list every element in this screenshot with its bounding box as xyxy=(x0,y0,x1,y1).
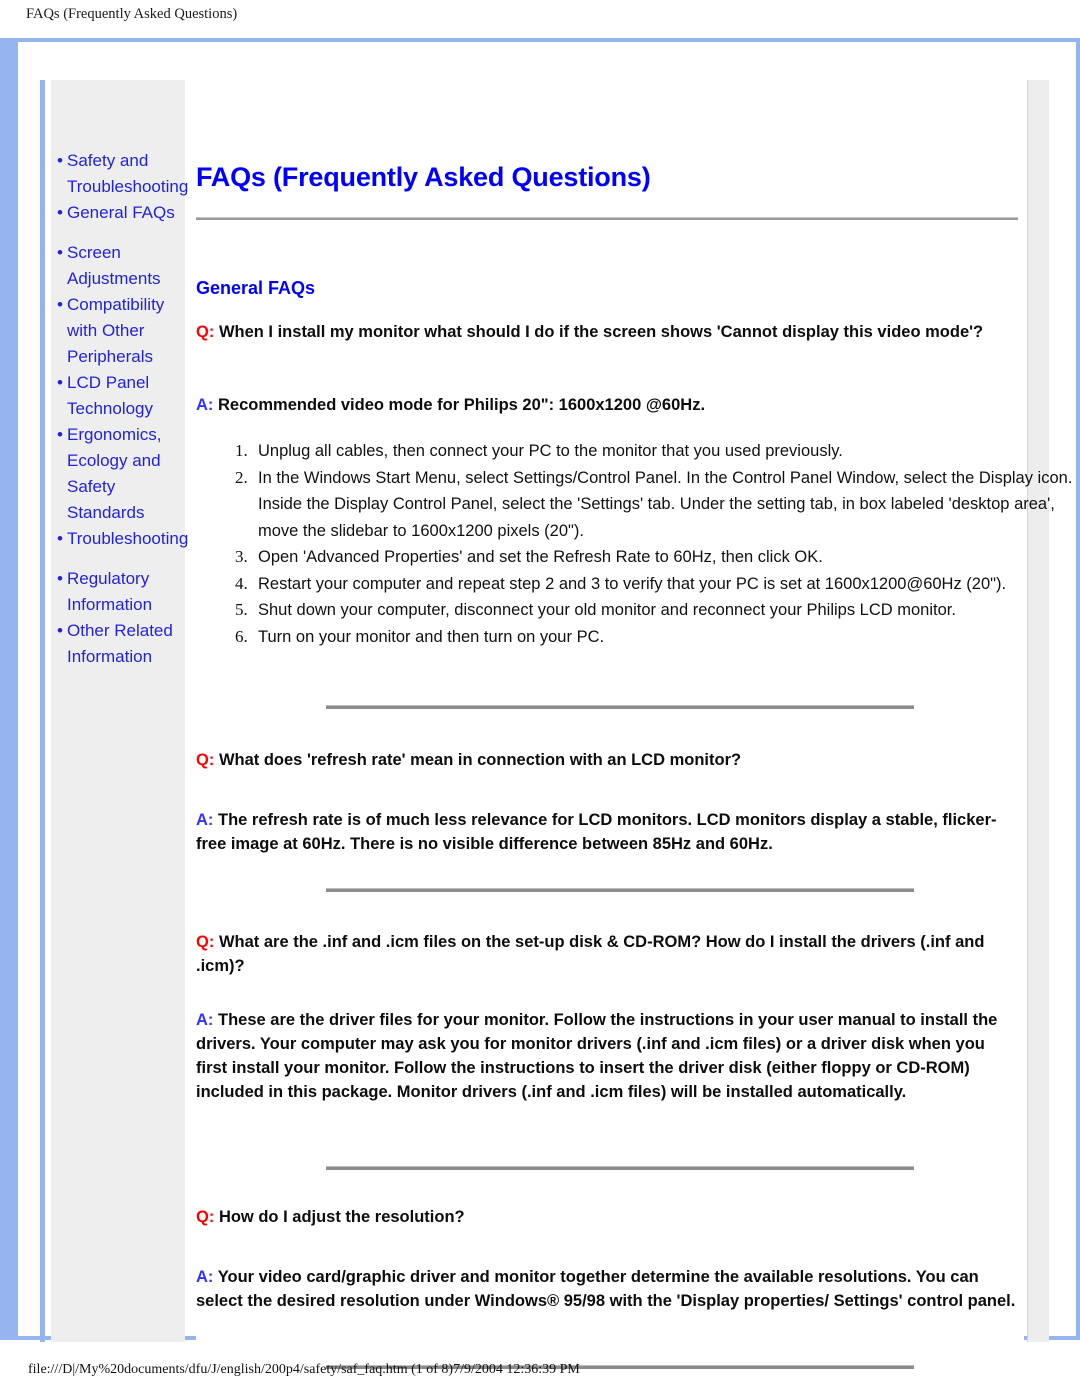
section-divider-2 xyxy=(326,888,914,892)
faq-answer-4: A: Your video card/graphic driver and mo… xyxy=(196,1265,1018,1313)
sidebar-item-regulatory-information[interactable]: • Regulatory Information xyxy=(51,566,185,618)
sidebar-item-general-faqs[interactable]: • General FAQs xyxy=(51,200,185,226)
sidebar-item-label: Screen Adjustments xyxy=(67,243,161,288)
sidebar-item-label: LCD Panel Technology xyxy=(67,373,154,418)
faq-question-text: When I install my monitor what should I … xyxy=(218,323,984,341)
faq-item-1: Q: When I install my monitor what should… xyxy=(196,320,1018,344)
sidebar-group-2: • Screen Adjustments • Compatibility wit… xyxy=(51,240,189,552)
step-text: In the Windows Start Menu, select Settin… xyxy=(258,468,1073,540)
sidebar-nav-list: • Safety and Troubleshooting • General F… xyxy=(51,148,189,670)
sidebar-item-label: Ergonomics, Ecology and Safety Standards xyxy=(67,425,162,522)
sidebar-item-label: Troubleshooting xyxy=(67,529,189,548)
faq-item-3: Q: What are the .inf and .icm files on t… xyxy=(196,930,1018,978)
sidebar-item-ergonomics-ecology-and-safety-standards[interactable]: • Ergonomics, Ecology and Safety Standar… xyxy=(51,422,185,526)
sidebar-item-screen-adjustments[interactable]: • Screen Adjustments xyxy=(51,240,185,292)
answer-tag: A: xyxy=(196,811,214,829)
footer-path: file:///D|/My%20documents/dfu/J/english/… xyxy=(28,1362,580,1377)
list-item: Unplug all cables, then connect your PC … xyxy=(252,438,1074,465)
bullet-icon: • xyxy=(57,295,63,314)
sidebar-item-troubleshooting[interactable]: • Troubleshooting xyxy=(51,526,189,552)
bullet-icon: • xyxy=(57,529,63,548)
sidebar-item-compatibility-with-other-peripherals[interactable]: • Compatibility with Other Peripherals xyxy=(51,292,185,370)
faq-question: Q: What are the .inf and .icm files on t… xyxy=(196,930,1018,978)
step-text: Shut down your computer, disconnect your… xyxy=(258,601,956,619)
faq-item-4: Q: How do I adjust the resolution? xyxy=(196,1205,1018,1229)
sidebar-item-label: Safety and Troubleshooting xyxy=(67,151,189,196)
answer-tag: A: xyxy=(196,396,214,414)
scrollbar-track[interactable] xyxy=(1027,80,1049,1342)
step-text: Open 'Advanced Properties' and set the R… xyxy=(258,548,823,566)
sidebar-group-1: • Safety and Troubleshooting • General F… xyxy=(51,148,189,226)
bullet-icon: • xyxy=(57,151,63,170)
step-text: Unplug all cables, then connect your PC … xyxy=(258,442,843,460)
faq-question-text: What does 'refresh rate' mean in connect… xyxy=(218,751,742,769)
faq-answer: A: Recommended video mode for Philips 20… xyxy=(196,393,1018,417)
faq-question: Q: How do I adjust the resolution? xyxy=(196,1205,1018,1229)
list-item: Shut down your computer, disconnect your… xyxy=(252,597,1074,624)
faq-steps-list: Unplug all cables, then connect your PC … xyxy=(196,438,1074,650)
sidebar-item-label: Regulatory Information xyxy=(67,569,153,614)
faq-answer-text: These are the driver files for your moni… xyxy=(196,1011,998,1101)
sidebar-item-label: Other Related Information xyxy=(67,621,173,666)
bullet-icon: • xyxy=(57,569,63,588)
sidebar-item-lcd-panel-technology[interactable]: • LCD Panel Technology xyxy=(51,370,185,422)
faq-item-2: Q: What does 'refresh rate' mean in conn… xyxy=(196,748,1018,772)
faq-answer-text: The refresh rate is of much less relevan… xyxy=(196,811,997,853)
sidebar-item-label: Compatibility with Other Peripherals xyxy=(67,295,165,366)
title-divider xyxy=(196,217,1018,220)
faq-question-text: What are the .inf and .icm files on the … xyxy=(196,933,985,975)
question-tag: Q: xyxy=(196,933,215,951)
question-tag: Q: xyxy=(196,323,215,341)
list-item: Turn on your monitor and then turn on yo… xyxy=(252,624,1074,651)
faq-answer: A: Your video card/graphic driver and mo… xyxy=(196,1265,1018,1313)
list-item: Open 'Advanced Properties' and set the R… xyxy=(252,544,1074,571)
sidebar-group-3: • Regulatory Information • Other Related… xyxy=(51,566,185,670)
answer-tag: A: xyxy=(196,1011,214,1029)
question-tag: Q: xyxy=(196,1208,215,1226)
section-divider-3 xyxy=(326,1166,914,1170)
faq-answer-1: A: Recommended video mode for Philips 20… xyxy=(196,393,1018,417)
page-frame: • Safety and Troubleshooting • General F… xyxy=(0,38,1080,1369)
sidebar-item-other-related-information[interactable]: • Other Related Information xyxy=(51,618,185,670)
page-title: FAQs (Frequently Asked Questions) xyxy=(196,162,651,193)
sidebar-item-label: General FAQs xyxy=(67,203,175,222)
faq-question: Q: What does 'refresh rate' mean in conn… xyxy=(196,748,1018,772)
list-item: In the Windows Start Menu, select Settin… xyxy=(252,465,1074,545)
faq-answer: A: These are the driver files for your m… xyxy=(196,1008,1018,1104)
sidebar: • Safety and Troubleshooting • General F… xyxy=(51,80,189,1342)
bullet-icon: • xyxy=(57,373,63,392)
step-text: Turn on your monitor and then turn on yo… xyxy=(258,627,605,646)
sidebar-item-safety-and-troubleshooting[interactable]: • Safety and Troubleshooting xyxy=(51,148,189,200)
faq-question-text: How do I adjust the resolution? xyxy=(218,1208,465,1226)
section-title: General FAQs xyxy=(196,277,316,298)
sidebar-left-rule xyxy=(40,80,45,1342)
question-tag: Q: xyxy=(196,751,215,769)
faq-answer-3: A: These are the driver files for your m… xyxy=(196,1008,1018,1104)
step-text: Restart your computer and repeat step 2 … xyxy=(258,574,1007,593)
section-divider-1 xyxy=(326,705,914,709)
bullet-icon: • xyxy=(57,621,63,640)
bullet-icon: • xyxy=(57,203,63,222)
bullet-icon: • xyxy=(57,425,63,444)
list-item: Restart your computer and repeat step 2 … xyxy=(252,571,1074,598)
faq-answer-text: Recommended video mode for Philips 20": … xyxy=(218,396,706,414)
faq-answer: A: The refresh rate is of much less rele… xyxy=(196,808,1018,856)
page-header-text: FAQs (Frequently Asked Questions) xyxy=(26,6,238,22)
faq-answer-text: Your video card/graphic driver and monit… xyxy=(196,1268,1016,1310)
faq-question: Q: When I install my monitor what should… xyxy=(196,320,1018,344)
faq-answer-2: A: The refresh rate is of much less rele… xyxy=(196,808,1018,856)
bullet-icon: • xyxy=(57,243,63,262)
answer-tag: A: xyxy=(196,1268,214,1286)
main-content: FAQs (Frequently Asked Questions) Genera… xyxy=(196,80,1072,1369)
